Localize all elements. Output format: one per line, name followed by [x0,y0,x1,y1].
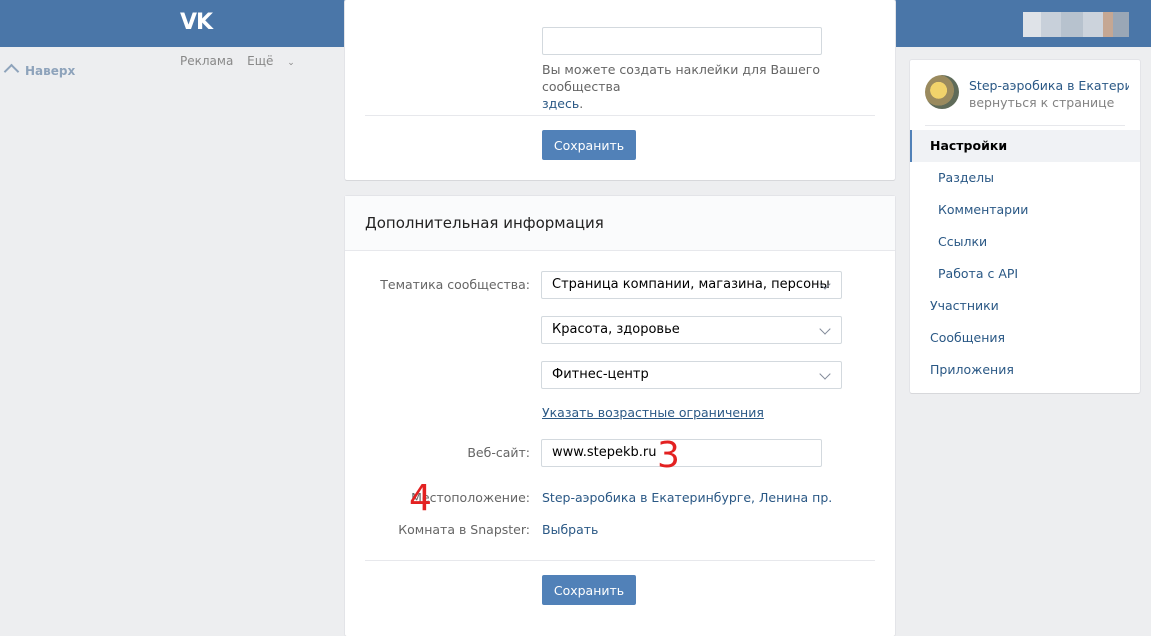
snapster-label: Комната в Snapster: [398,522,530,537]
additional-info-card: Дополнительная информация Тематика сообщ… [345,196,895,636]
divider [365,115,875,116]
topic-select-3-value: Фитнес-центр [552,367,649,382]
menu-item-api[interactable]: Работа с API [910,258,1140,290]
more-link[interactable]: Ещё ⌄ [247,54,305,68]
settings-menu: Настройки Разделы Комментарии Ссылки Раб… [910,130,1140,386]
menu-item-settings[interactable]: Настройки [910,130,1140,162]
stickers-hint-dot: . [579,96,584,111]
topic-select-3[interactable]: Фитнес-центр [541,361,842,389]
section-title: Дополнительная информация [365,214,604,232]
ads-link[interactable]: Реклама [180,54,233,68]
menu-item-messages[interactable]: Сообщения [910,322,1140,354]
vk-logo[interactable]: VK [180,12,214,34]
website-label: Веб-сайт: [467,445,530,460]
location-link[interactable]: Step-аэробика в Екатеринбурге, Ленина пр… [542,490,832,505]
stickers-hint-text: Вы можете создать наклейки для Вашего со… [542,62,821,94]
save-button[interactable]: Сохранить [542,575,636,605]
divider [365,560,875,561]
stickers-input[interactable] [542,27,822,55]
community-avatar[interactable] [925,75,959,109]
topic-select-2-value: Красота, здоровье [552,322,680,337]
settings-card-top: Вы можете создать наклейки для Вашего со… [345,0,895,180]
save-button[interactable]: Сохранить [542,130,636,160]
location-label: Местоположение: [411,490,530,505]
age-restrictions-link[interactable]: Указать возрастные ограничения [542,405,764,420]
back-to-top-label: Наверх [25,64,76,78]
annotation-number-3: 3 [657,435,680,476]
stickers-hint: Вы можете создать наклейки для Вашего со… [542,61,872,112]
menu-item-comments[interactable]: Комментарии [910,194,1140,226]
more-link-label: Ещё [247,54,274,68]
topic-select-1-value: Страница компании, магазина, персоны [552,277,830,292]
stickers-here-link[interactable]: здесь [542,96,579,111]
topic-select-2[interactable]: Красота, здоровье [541,316,842,344]
footer-links: Реклама Ещё ⌄ [180,54,315,68]
menu-item-links[interactable]: Ссылки [910,226,1140,258]
menu-item-sections[interactable]: Разделы [910,162,1140,194]
menu-item-members[interactable]: Участники [910,290,1140,322]
topic-select-1[interactable]: Страница компании, магазина, персоны [541,271,842,299]
divider [925,125,1125,126]
annotation-number-4: 4 [409,478,432,519]
card-header: Дополнительная информация [345,196,895,251]
chevron-up-icon [3,63,20,80]
chevron-down-icon: ⌄ [287,58,295,68]
back-to-top-link[interactable]: Наверх [3,63,76,80]
snapster-choose-link[interactable]: Выбрать [542,522,598,537]
topic-label: Тематика сообщества: [380,277,530,292]
community-sidebar: Step-аэробика в Екатери... вернуться к с… [910,60,1140,393]
menu-item-apps[interactable]: Приложения [910,354,1140,386]
website-input[interactable]: www.stepekb.ru [541,439,822,467]
chevron-down-icon [819,323,831,335]
back-to-page-link[interactable]: вернуться к странице [969,95,1114,110]
chevron-down-icon [819,368,831,380]
profile-avatar[interactable] [1023,12,1129,37]
community-name[interactable]: Step-аэробика в Екатери... [969,78,1129,93]
